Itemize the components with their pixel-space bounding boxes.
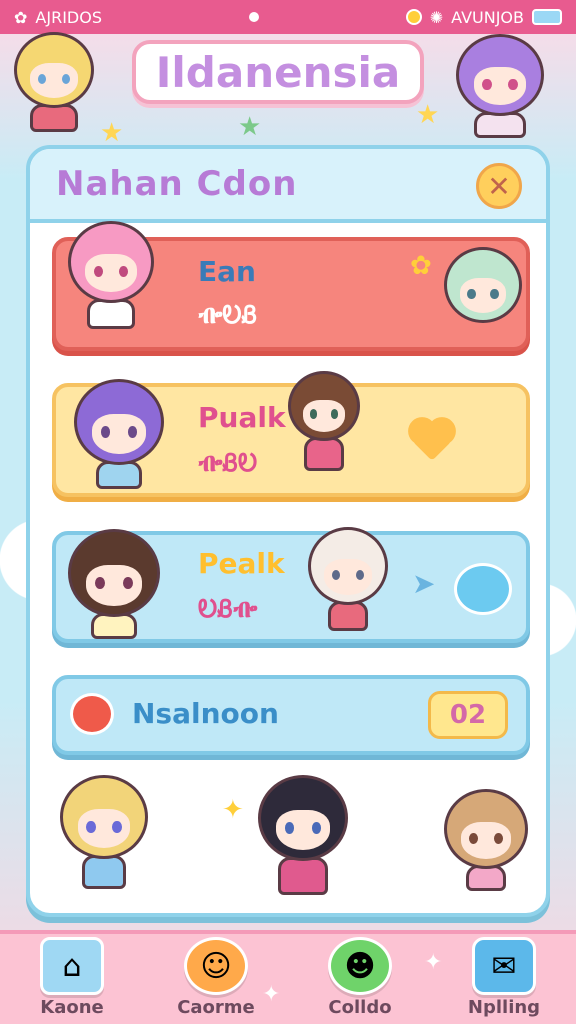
camera-dot bbox=[248, 12, 259, 22]
card-2-name: Pualk bbox=[198, 401, 286, 434]
count-badge[interactable]: 02 bbox=[428, 691, 508, 739]
panel-header: Nahan Cdon ✕ bbox=[30, 149, 546, 223]
black-hair-character bbox=[258, 775, 348, 895]
dark-hair-character bbox=[68, 529, 160, 639]
light-brown-hair-character bbox=[444, 789, 528, 891]
home-icon: ⌂ bbox=[40, 937, 104, 995]
message-icon: ✉ bbox=[472, 937, 536, 995]
bottom-navigation: ⌂ Kaone ☺ Caorme ☻ Colldo ✉ Nplling bbox=[0, 930, 576, 1024]
character-card-2[interactable]: Pualk ᎇᏰᎧ bbox=[52, 371, 530, 497]
nav-messages[interactable]: ✉ Nplling bbox=[444, 937, 564, 1018]
apple-face-icon bbox=[70, 693, 114, 735]
nav-home[interactable]: ⌂ Kaone bbox=[12, 937, 132, 1018]
card-3-name: Pealk bbox=[198, 547, 285, 580]
card-1-subtitle: ᎇᎧᏰ bbox=[198, 301, 258, 329]
battery-icon bbox=[531, 9, 562, 25]
nav-collection[interactable]: ☻ Colldo bbox=[300, 937, 420, 1018]
status-left-text: AJRIDOS bbox=[35, 7, 102, 27]
bar-label: Nsalnoon bbox=[132, 697, 279, 730]
card-1-name: Ean bbox=[198, 255, 256, 288]
nav-home-label: Kaone bbox=[40, 997, 104, 1018]
nav-character[interactable]: ☺ Caorme bbox=[156, 937, 276, 1018]
arrow-icon: ➤ bbox=[412, 567, 436, 600]
coin-icon bbox=[405, 9, 422, 25]
silver-hair-character bbox=[308, 527, 388, 631]
purple-hair-character bbox=[74, 379, 164, 489]
character-card-3[interactable]: Pealk ᎧᏰᎇ ➤ bbox=[52, 527, 530, 643]
star-icon: ★ bbox=[100, 118, 124, 148]
header-character-left bbox=[14, 32, 94, 132]
sparkle-icon: ✺ bbox=[429, 7, 444, 27]
sparkle-icon: ✦ bbox=[424, 950, 443, 975]
heart-icon bbox=[412, 421, 452, 461]
header-character-right bbox=[456, 34, 544, 138]
flower-icon: ✿ bbox=[410, 251, 432, 281]
nav-character-label: Caorme bbox=[177, 997, 255, 1018]
green-face-icon: ☻ bbox=[328, 937, 392, 995]
character-card-1[interactable]: Ean ᎇᎧᏰ ✿ bbox=[52, 221, 530, 351]
blonde-pigtails-character bbox=[60, 775, 148, 889]
panel-title: Nahan Cdon bbox=[56, 164, 298, 204]
blue-ghost-icon bbox=[454, 563, 512, 615]
star-icon: ✦ bbox=[222, 795, 244, 825]
star-icon: ★ bbox=[238, 112, 262, 142]
star-icon: ★ bbox=[416, 100, 440, 130]
game-title: Ildanensia bbox=[132, 40, 424, 104]
nav-messages-label: Nplling bbox=[467, 997, 541, 1018]
flower-icon: ✿ bbox=[14, 7, 28, 27]
card-3-subtitle: ᎧᏰᎇ bbox=[198, 595, 258, 623]
currency-bar[interactable]: Nsalnoon 02 bbox=[52, 675, 530, 755]
card-2-subtitle: ᎇᏰᎧ bbox=[198, 449, 258, 477]
pink-hair-character bbox=[68, 221, 154, 329]
brown-hair-character bbox=[288, 371, 360, 471]
smile-face-icon: ☺ bbox=[184, 937, 248, 995]
close-button[interactable]: ✕ bbox=[476, 163, 522, 209]
close-icon: ✕ bbox=[487, 169, 511, 203]
main-panel: Nahan Cdon ✕ Ean ᎇᎧᏰ ✿ Pualk ᎇᏰᎧ Pealk Ꭷ… bbox=[26, 145, 550, 917]
status-bar: ✿ AJRIDOS ✺ AVUNJOB bbox=[0, 0, 576, 34]
status-right-text: AVUNJOB bbox=[451, 7, 524, 27]
nav-collection-label: Colldo bbox=[328, 997, 392, 1018]
sparkle-icon: ✦ bbox=[262, 982, 281, 1007]
mint-hair-character bbox=[444, 247, 522, 323]
